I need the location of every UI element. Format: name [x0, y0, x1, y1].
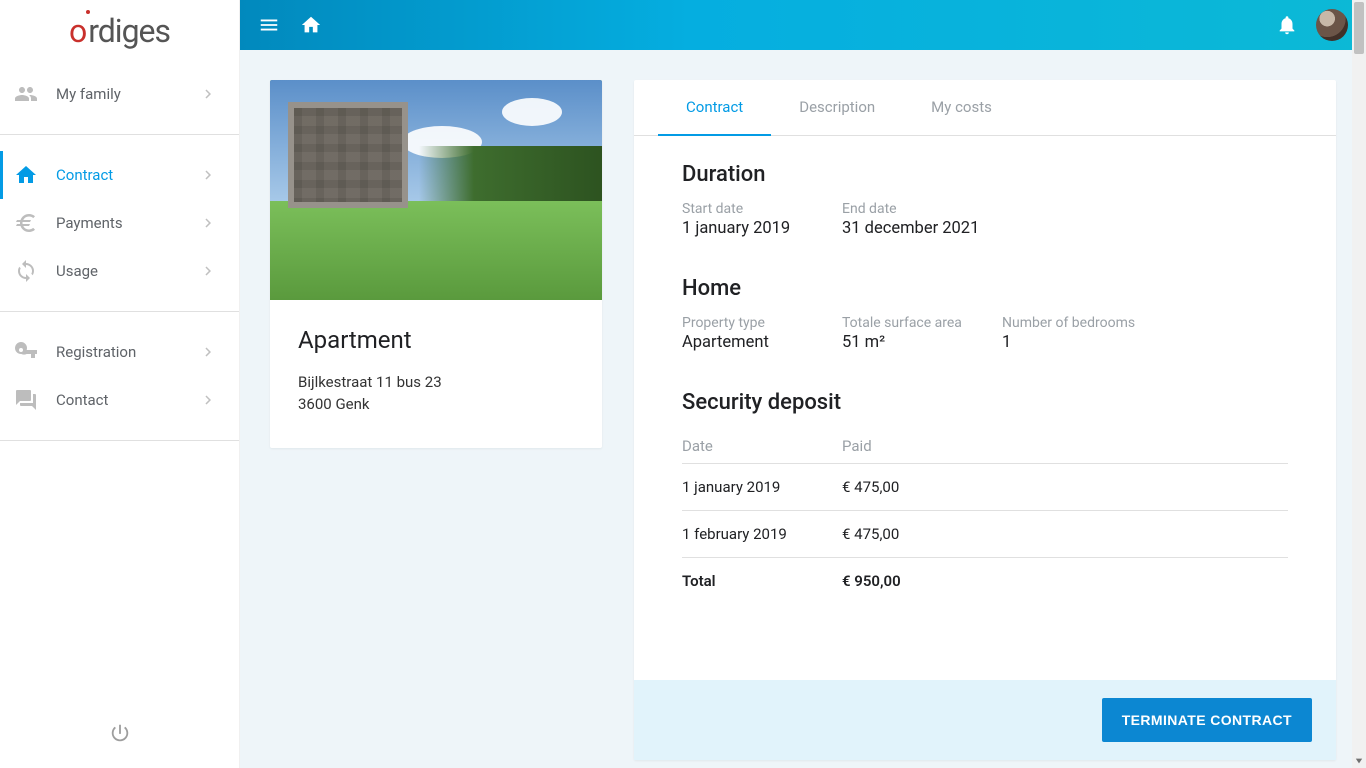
address-line: 3600 Genk	[298, 394, 574, 416]
field-label: Totale surface area	[842, 315, 1002, 331]
key-icon	[14, 340, 38, 364]
tab-my-costs[interactable]: My costs	[903, 80, 1020, 136]
section-heading: Duration	[682, 162, 1288, 187]
field-value: 1 january 2019	[682, 219, 842, 238]
section-duration: Duration Start date 1 january 2019 End d…	[682, 162, 1288, 246]
sidebar: ordiges My family Contract Payments	[0, 0, 240, 768]
chevron-right-icon	[199, 262, 217, 280]
contract-panel: Contract Description My costs Duration S…	[634, 80, 1336, 760]
sidebar-item-label: Payments	[56, 214, 199, 232]
chevron-right-icon	[199, 391, 217, 409]
sidebar-item-payments[interactable]: Payments	[0, 199, 239, 247]
main: Apartment Bijlkestraat 11 bus 23 3600 Ge…	[240, 0, 1366, 768]
tab-contract[interactable]: Contract	[658, 80, 771, 136]
table-header-date: Date	[682, 429, 842, 464]
avatar[interactable]	[1316, 9, 1348, 41]
cell-paid: € 475,00	[842, 511, 1288, 558]
sidebar-item-usage[interactable]: Usage	[0, 247, 239, 295]
field-label: Property type	[682, 315, 842, 331]
chevron-right-icon	[199, 343, 217, 361]
property-image	[270, 80, 602, 300]
cell-total-label: Total	[682, 558, 842, 605]
table-header-paid: Paid	[842, 429, 1288, 464]
sidebar-item-my-family[interactable]: My family	[0, 70, 239, 118]
brand-logo: ordiges	[0, 0, 239, 62]
sidebar-item-label: Contract	[56, 166, 199, 184]
window-scrollbar[interactable]	[1352, 0, 1366, 768]
home-icon[interactable]	[300, 14, 322, 36]
sidebar-item-contract[interactable]: Contract	[0, 151, 239, 199]
chat-icon	[14, 388, 38, 412]
section-heading: Home	[682, 276, 1288, 301]
field-label: Number of bedrooms	[1002, 315, 1162, 331]
panel-footer: TERMINATE CONTRACT	[634, 680, 1336, 760]
field-value: 31 december 2021	[842, 219, 1002, 238]
sidebar-item-label: Registration	[56, 343, 199, 361]
chevron-right-icon	[199, 85, 217, 103]
cell-date: 1 february 2019	[682, 511, 842, 558]
sidebar-item-label: Usage	[56, 262, 199, 280]
terminate-contract-button[interactable]: TERMINATE CONTRACT	[1102, 698, 1312, 742]
field-value: 1	[1002, 333, 1162, 352]
table-row: 1 february 2019 € 475,00	[682, 511, 1288, 558]
field-value: Apartement	[682, 333, 842, 352]
field-label: End date	[842, 201, 1002, 217]
property-card: Apartment Bijlkestraat 11 bus 23 3600 Ge…	[270, 80, 602, 448]
bell-icon[interactable]	[1276, 14, 1298, 36]
address-line: Bijlkestraat 11 bus 23	[298, 372, 574, 394]
chevron-right-icon	[199, 214, 217, 232]
home-icon	[14, 163, 38, 187]
cell-total-value: € 950,00	[842, 558, 1288, 605]
field-value: 51 m²	[842, 333, 1002, 352]
cell-date: 1 january 2019	[682, 464, 842, 511]
deposit-table: Date Paid 1 january 2019 € 475,00 1 febr…	[682, 429, 1288, 604]
table-row-total: Total € 950,00	[682, 558, 1288, 605]
property-address: Bijlkestraat 11 bus 23 3600 Genk	[298, 372, 574, 416]
tabs: Contract Description My costs	[634, 80, 1336, 136]
tab-description[interactable]: Description	[771, 80, 903, 136]
loop-icon	[14, 259, 38, 283]
chevron-right-icon	[199, 166, 217, 184]
sidebar-item-label: My family	[56, 85, 199, 103]
sidebar-item-label: Contact	[56, 391, 199, 409]
sidebar-item-registration[interactable]: Registration	[0, 328, 239, 376]
table-row: 1 january 2019 € 475,00	[682, 464, 1288, 511]
power-icon[interactable]	[109, 722, 131, 744]
section-deposit: Security deposit Date Paid 1 january 201…	[682, 390, 1288, 604]
group-icon	[14, 82, 38, 106]
topbar	[240, 0, 1366, 50]
euro-icon	[14, 211, 38, 235]
field-label: Start date	[682, 201, 842, 217]
section-heading: Security deposit	[682, 390, 1288, 415]
section-home: Home Property type Apartement Totale sur…	[682, 276, 1288, 360]
sidebar-item-contact[interactable]: Contact	[0, 376, 239, 424]
property-title: Apartment	[298, 326, 574, 354]
cell-paid: € 475,00	[842, 464, 1288, 511]
menu-icon[interactable]	[258, 14, 280, 36]
